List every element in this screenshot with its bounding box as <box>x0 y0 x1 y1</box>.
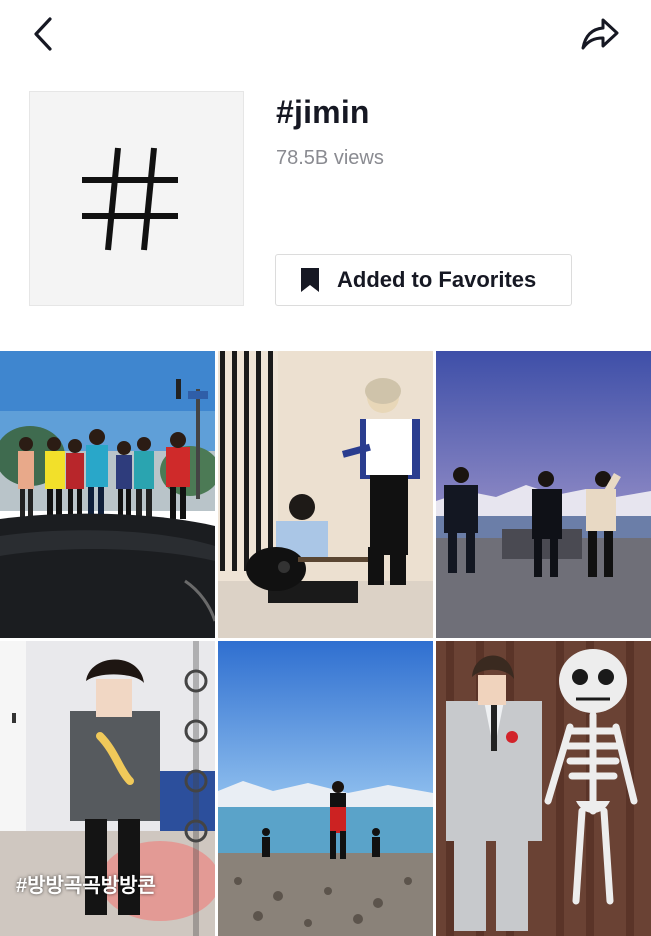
favorites-label: Added to Favorites <box>337 267 537 292</box>
hashtag-icon <box>81 147 178 250</box>
hashtag-thumbnail <box>29 91 244 306</box>
favorites-button[interactable]: Added to Favorites <box>275 254 572 306</box>
share-arrow-icon <box>581 18 619 50</box>
video-caption: #방방곡곡방방콘 <box>16 875 156 897</box>
video-thumbnail[interactable] <box>0 351 215 638</box>
video-thumbnail[interactable] <box>436 351 651 638</box>
hashtag-title: #jimin <box>276 94 370 130</box>
chevron-left-icon <box>34 17 52 51</box>
video-thumbnail[interactable] <box>218 641 433 936</box>
video-thumbnail[interactable]: #방방곡곡방방콘 <box>0 641 215 936</box>
view-count: 78.5B views <box>276 147 384 169</box>
share-button[interactable] <box>576 14 624 54</box>
video-grid: #방방곡곡방방콘 <box>0 351 651 936</box>
video-thumbnail[interactable] <box>218 351 433 638</box>
video-thumbnail[interactable] <box>436 641 651 936</box>
top-bar <box>0 0 651 70</box>
back-button[interactable] <box>26 14 60 54</box>
bookmark-icon <box>300 267 320 293</box>
